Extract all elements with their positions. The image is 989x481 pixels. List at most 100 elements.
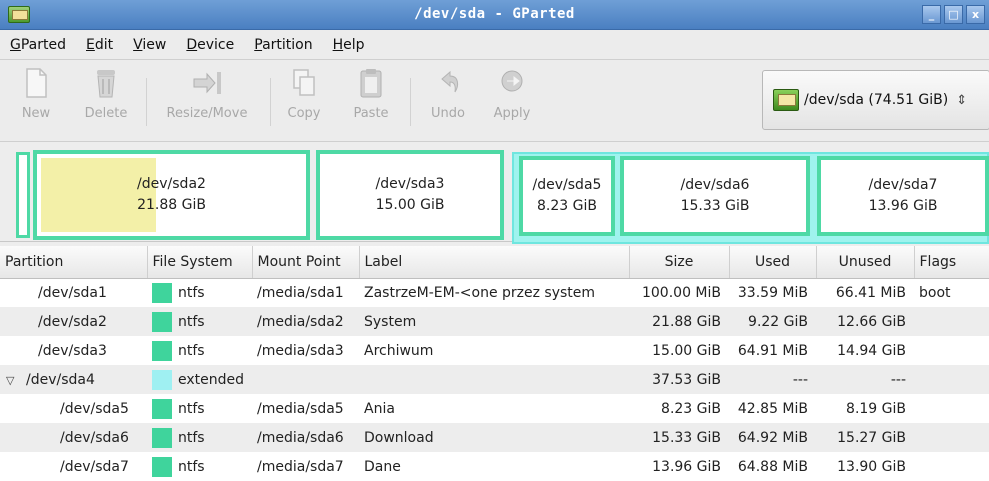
- label-cell: Dane: [364, 458, 401, 475]
- menu-view[interactable]: View: [133, 37, 166, 53]
- menu-gparted[interactable]: GParted: [10, 37, 66, 53]
- delete-label: Delete: [84, 106, 128, 121]
- partition-block-name: /dev/sda6: [680, 177, 750, 193]
- filesystem-name: ntfs: [178, 313, 205, 330]
- column-header-flags[interactable]: Flags: [914, 246, 989, 279]
- menu-partition[interactable]: Partition: [254, 37, 312, 53]
- close-button[interactable]: x: [966, 5, 985, 24]
- copy-label: Copy: [287, 106, 321, 121]
- filesystem-color-swatch: [152, 427, 172, 448]
- filesystem-name: ntfs: [178, 400, 205, 417]
- filesystem-name: ntfs: [178, 429, 205, 446]
- toolbar-separator: [270, 78, 271, 126]
- new-button[interactable]: New: [14, 66, 58, 132]
- unused-cell: 14.94 GiB: [837, 342, 906, 359]
- partition-cell: /dev/sda1: [38, 284, 107, 301]
- menu-mnemonic: D: [186, 36, 198, 53]
- column-header-mount-point[interactable]: Mount Point: [252, 246, 360, 279]
- size-cell: 21.88 GiB: [629, 307, 729, 336]
- window-title: /dev/sda - GParted: [414, 6, 575, 22]
- partition-block-border: /dev/sda3 15.00 GiB: [316, 150, 504, 240]
- partition-block-sda5[interactable]: /dev/sda5 8.23 GiB: [519, 156, 615, 236]
- partition-block-sda1[interactable]: [16, 152, 30, 238]
- size-cell: 13.96 GiB: [652, 458, 721, 475]
- partition-cell: ▽/dev/sda4: [0, 365, 147, 394]
- undo-label: Undo: [431, 106, 465, 121]
- device-selector-text: /dev/sda (74.51 GiB): [804, 92, 949, 108]
- menu-mnemonic: P: [254, 36, 263, 53]
- table-row[interactable]: /dev/sda3 ntfs /media/sda3 Archiwum 15.0…: [0, 336, 989, 365]
- column-header-used[interactable]: Used: [729, 246, 817, 279]
- column-header-size[interactable]: Size: [629, 246, 730, 279]
- column-header-file-system[interactable]: File System: [147, 246, 253, 279]
- table-row[interactable]: ▽/dev/sda4 extended 37.53 GiB --- ---: [0, 365, 989, 394]
- unused-cell: 12.66 GiB: [816, 307, 914, 336]
- used-cell: ---: [729, 365, 816, 394]
- filesystem-cell: ntfs: [147, 452, 252, 481]
- menu-label-rest: Parted: [20, 36, 66, 53]
- column-header-partition[interactable]: Partition: [0, 246, 148, 279]
- delete-button[interactable]: Delete: [78, 66, 134, 132]
- partition-block-sda2[interactable]: /dev/sda2 21.88 GiB: [33, 150, 310, 240]
- mount-point-cell: /media/sda3: [257, 342, 344, 359]
- menu-help[interactable]: Help: [333, 37, 365, 53]
- mount-point-cell: /media/sda5: [257, 400, 344, 417]
- label-cell: [359, 365, 629, 394]
- menu-mnemonic: E: [86, 36, 95, 53]
- partition-block-sda3[interactable]: /dev/sda3 15.00 GiB: [316, 150, 504, 240]
- minimize-button[interactable]: _: [922, 5, 941, 24]
- used-cell: 9.22 GiB: [729, 307, 816, 336]
- toolbar-separator: [410, 78, 411, 126]
- partition-block-size: 15.33 GiB: [680, 198, 750, 214]
- menu-edit[interactable]: Edit: [86, 37, 113, 53]
- partition-block-sda7[interactable]: /dev/sda7 13.96 GiB: [817, 156, 989, 236]
- paste-label: Paste: [353, 106, 389, 121]
- partition-block-border: /dev/sda2 21.88 GiB: [33, 150, 310, 240]
- resize-move-button[interactable]: Resize/Move: [157, 66, 257, 132]
- size-cell: 8.23 GiB: [661, 400, 721, 417]
- flags-cell: [914, 423, 989, 452]
- title-bar[interactable]: /dev/sda - GParted _ □ x: [0, 0, 989, 30]
- filesystem-name: ntfs: [178, 458, 205, 475]
- resize-move-label: Resize/Move: [166, 106, 248, 121]
- unused-cell: 13.90 GiB: [837, 458, 906, 475]
- partition-cell: /dev/sda5: [60, 400, 129, 417]
- size-cell: 15.00 GiB: [652, 342, 721, 359]
- table-row[interactable]: /dev/sda1 ntfs /media/sda1 ZastrzeM-EM-<…: [0, 278, 989, 307]
- mount-point-cell: /media/sda6: [252, 423, 359, 452]
- copy-button[interactable]: Copy: [282, 66, 326, 132]
- device-selector[interactable]: /dev/sda (74.51 GiB) ⇕: [762, 70, 989, 130]
- partition-block-size: 21.88 GiB: [137, 197, 206, 213]
- table-row[interactable]: /dev/sda7 ntfs /media/sda7 Dane 13.96 Gi…: [0, 452, 989, 481]
- apply-button[interactable]: Apply: [486, 66, 538, 132]
- apply-arrow-icon: [501, 70, 523, 92]
- partition-block-size: 13.96 GiB: [868, 198, 938, 214]
- maximize-button[interactable]: □: [944, 5, 963, 24]
- menu-bar: GParted Edit View Device Partition Help: [0, 30, 989, 60]
- table-row[interactable]: /dev/sda5 ntfs /media/sda5 Ania 8.23 GiB…: [0, 394, 989, 423]
- column-header-unused[interactable]: Unused: [816, 246, 915, 279]
- menu-label-rest: elp: [343, 36, 365, 53]
- table-row[interactable]: /dev/sda2 ntfs /media/sda2 System 21.88 …: [0, 307, 989, 336]
- filesystem-cell: ntfs: [147, 307, 252, 336]
- used-cell: 64.91 MiB: [737, 342, 808, 359]
- partition-cell: /dev/sda3: [38, 342, 107, 359]
- partition-block-sda6[interactable]: /dev/sda6 15.33 GiB: [620, 156, 810, 236]
- column-header-label[interactable]: Label: [359, 246, 630, 279]
- expander-triangle-icon[interactable]: ▽: [6, 374, 26, 387]
- partition-cell: /dev/sda7: [60, 458, 129, 475]
- undo-icon: [441, 70, 459, 93]
- undo-button[interactable]: Undo: [422, 66, 474, 132]
- partition-block-border: /dev/sda5 8.23 GiB: [519, 156, 615, 236]
- menu-label-rest: dit: [94, 36, 114, 53]
- table-row[interactable]: /dev/sda6 ntfs /media/sda6 Download 15.3…: [0, 423, 989, 452]
- unused-cell: 15.27 GiB: [816, 423, 914, 452]
- menu-device[interactable]: Device: [186, 37, 234, 53]
- mount-point-cell: /media/sda2: [252, 307, 359, 336]
- window-controls: _ □ x: [922, 5, 985, 24]
- unused-cell: ---: [816, 365, 914, 394]
- label-cell: System: [359, 307, 629, 336]
- paste-button[interactable]: Paste: [346, 66, 396, 132]
- filesystem-name: extended: [178, 371, 245, 388]
- filesystem-cell: extended: [147, 365, 252, 394]
